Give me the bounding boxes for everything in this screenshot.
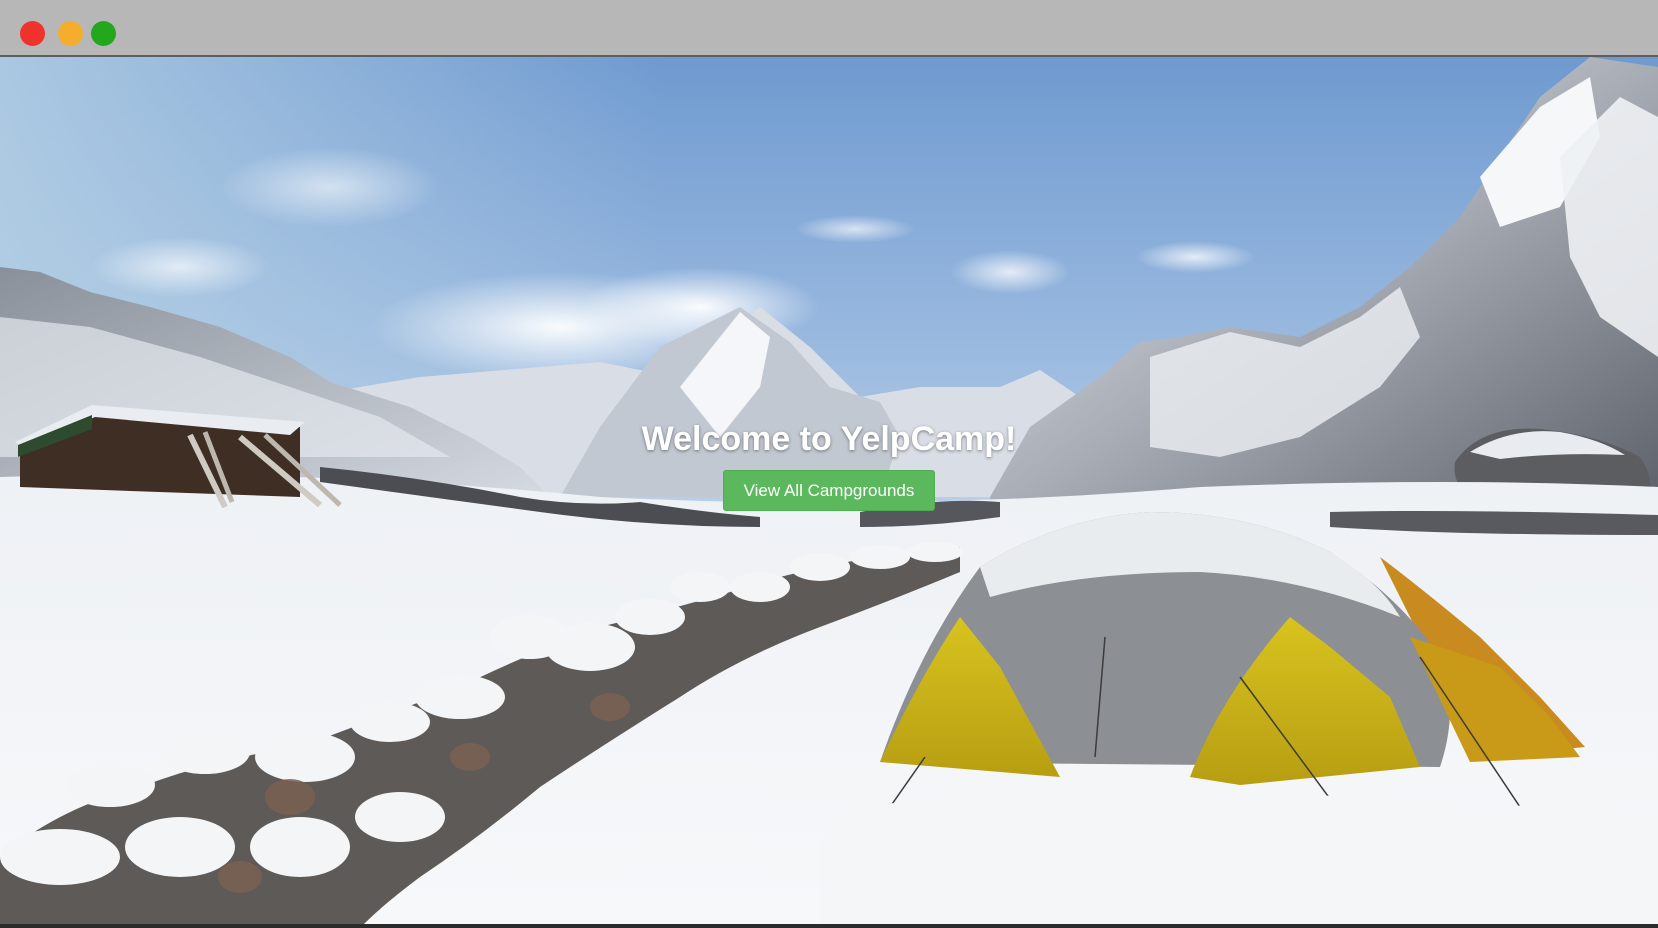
landing-hero: Welcome to YelpCamp! View All Campground… (0, 57, 1658, 928)
window-bottom-edge (0, 924, 1658, 928)
window-titlebar (0, 0, 1658, 57)
minimize-window-icon[interactable] (58, 21, 83, 46)
maximize-window-icon[interactable] (91, 21, 116, 46)
close-window-icon[interactable] (20, 21, 45, 46)
browser-window: Welcome to YelpCamp! View All Campground… (0, 0, 1658, 928)
view-all-campgrounds-button[interactable]: View All Campgrounds (723, 470, 935, 511)
hero-title: Welcome to YelpCamp! (641, 420, 1017, 458)
hero-content: Welcome to YelpCamp! View All Campground… (0, 57, 1658, 928)
